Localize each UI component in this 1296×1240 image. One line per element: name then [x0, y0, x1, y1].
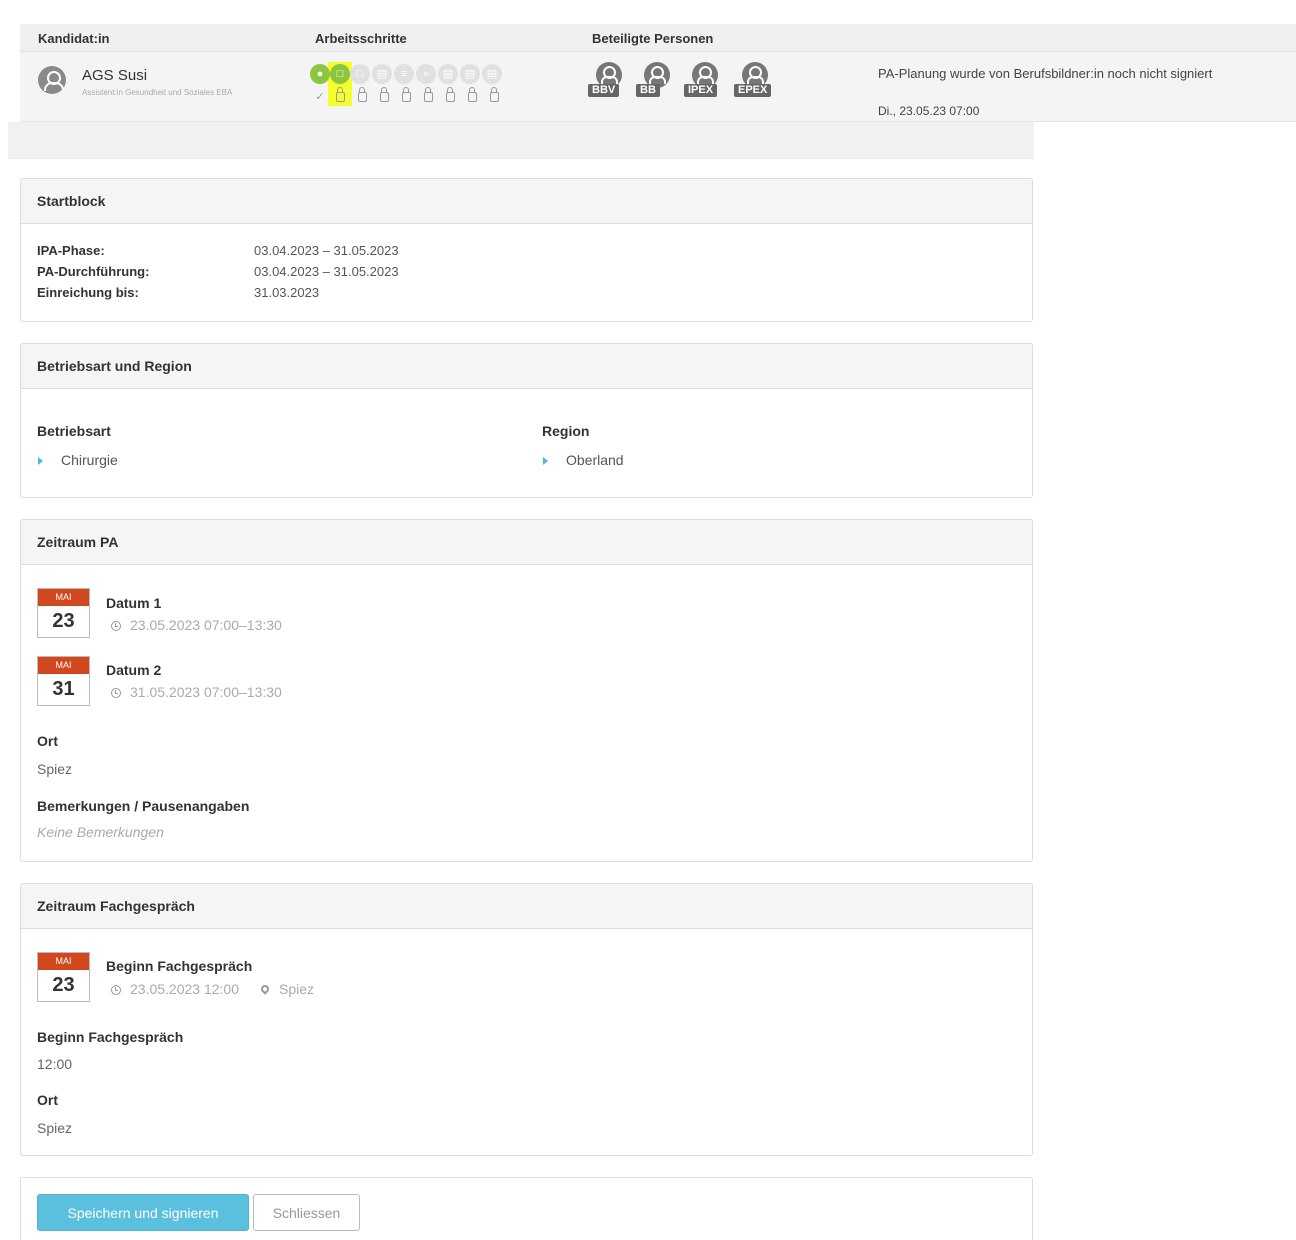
step-calendar-icon[interactable]: □: [327, 61, 353, 87]
person-badge: BBV: [588, 84, 620, 97]
beginn-value: 12:00: [37, 1056, 73, 1072]
zeitraum-pa-panel: Zeitraum PA MAI 23 Datum 1 23.05.2023 07…: [20, 519, 1033, 862]
panel-title: Startblock: [21, 179, 1032, 224]
row-label: PA-Durchführung:: [37, 264, 150, 279]
step-report-icon[interactable]: ▤: [482, 64, 502, 84]
betrieb-region-panel: Betriebsart und Region Betriebsart Chiru…: [20, 343, 1033, 498]
status-date: Di., 23.05.23 07:00: [878, 104, 980, 118]
ort-label: Ort: [37, 1092, 58, 1108]
date-title: Datum 2: [106, 662, 162, 678]
region-label: Region: [542, 423, 590, 439]
step-report-icon[interactable]: ▤: [460, 64, 480, 84]
row-value: 03.04.2023 – 31.05.2023: [254, 243, 399, 258]
step-report-icon[interactable]: ▤: [438, 64, 458, 84]
lock-icon: [490, 87, 499, 102]
entry-time-text: 23.05.2023 12:00: [130, 981, 239, 997]
column-header-persons: Beteiligte Personen: [592, 31, 714, 46]
lock-icon: [468, 87, 477, 102]
lock-icon: [380, 87, 389, 102]
date-time: 31.05.2023 07:00–13:30: [111, 684, 282, 700]
row-label: Einreichung bis:: [37, 285, 139, 300]
calendar-icon: MAI 23: [37, 952, 90, 1002]
lock-icon: [424, 87, 433, 102]
betriebsart-label: Betriebsart: [37, 423, 111, 439]
panel-title: Betriebsart und Region: [21, 344, 1032, 389]
person-bb[interactable]: BB: [636, 62, 680, 106]
calendar-day: 31: [52, 678, 75, 700]
date-time-text: 23.05.2023 07:00–13:30: [130, 617, 282, 633]
actions-panel: Speichern und signieren Schliessen: [20, 1177, 1033, 1240]
work-steps: ● □ □ ▤ ≡ » ▤ ▤ ▤ ✓: [310, 61, 560, 114]
beginn-label: Beginn Fachgespräch: [37, 1029, 184, 1045]
bemerkungen-value: Keine Bemerkungen: [37, 824, 164, 840]
row-label: IPA-Phase:: [37, 243, 105, 258]
candidate-name[interactable]: AGS Susi: [82, 67, 147, 84]
person-badge: EPEX: [734, 84, 772, 97]
entry-time: 23.05.2023 12:00 Spiez: [111, 981, 314, 997]
date-time: 23.05.2023 07:00–13:30: [111, 617, 282, 633]
row-value: 03.04.2023 – 31.05.2023: [254, 264, 399, 279]
calendar-month: MAI: [38, 953, 89, 970]
calendar-icon: MAI 31: [37, 656, 90, 706]
calendar-month: MAI: [38, 589, 89, 606]
panel-title: Zeitraum PA: [21, 520, 1032, 565]
calendar-month: MAI: [38, 657, 89, 674]
lock-icon: [358, 87, 367, 102]
column-header-steps: Arbeitsschritte: [315, 31, 407, 46]
calendar-day: 23: [52, 974, 75, 996]
candidate-table: Kandidat:in Arbeitsschritte Beteiligte P…: [20, 24, 1296, 122]
clock-icon: [111, 688, 121, 698]
person-ipex[interactable]: IPEX: [684, 62, 728, 106]
lock-icon: [446, 87, 455, 102]
region-value: Oberland: [543, 452, 624, 468]
table-row[interactable]: AGS Susi Assistent:in Gesundheit und Soz…: [20, 52, 1296, 122]
check-icon: ✓: [315, 91, 325, 103]
startblock-panel: Startblock IPA-Phase: 03.04.2023 – 31.05…: [20, 178, 1033, 322]
close-button[interactable]: Schliessen: [253, 1194, 360, 1231]
row-value: 31.03.2023: [254, 285, 320, 300]
person-bbv[interactable]: BBV: [588, 62, 632, 106]
step-group-icon[interactable]: ●: [310, 64, 330, 84]
table-header: Kandidat:in Arbeitsschritte Beteiligte P…: [20, 24, 1296, 52]
step-document-icon[interactable]: □: [350, 64, 370, 84]
clock-icon: [111, 621, 121, 631]
step-file-icon[interactable]: ▤: [372, 64, 392, 84]
step-forward-icon[interactable]: »: [416, 64, 436, 84]
bemerkungen-label: Bemerkungen / Pausenangaben: [37, 798, 250, 814]
date-title: Datum 1: [106, 595, 162, 611]
lock-icon: [402, 87, 411, 102]
ort-label: Ort: [37, 733, 58, 749]
betriebsart-value: Chirurgie: [38, 452, 118, 468]
step-list-icon[interactable]: ≡: [394, 64, 414, 84]
save-and-sign-button[interactable]: Speichern und signieren: [37, 1194, 249, 1231]
entry-title: Beginn Fachgespräch: [106, 958, 253, 974]
entry-place: Spiez: [279, 981, 315, 997]
candidate-avatar-icon: [38, 66, 66, 94]
date-time-text: 31.05.2023 07:00–13:30: [130, 684, 282, 700]
calendar-day: 23: [52, 610, 75, 632]
ort-value: Spiez: [37, 1120, 73, 1136]
ort-value: Spiez: [37, 761, 73, 777]
zeitraum-fachgespraech-panel: Zeitraum Fachgespräch MAI 23 Beginn Fach…: [20, 883, 1033, 1156]
map-marker-icon: [259, 983, 271, 995]
divider-band: [8, 122, 1034, 159]
panel-title: Zeitraum Fachgespräch: [21, 884, 1032, 929]
clock-icon: [111, 985, 121, 995]
column-header-candidate: Kandidat:in: [38, 31, 110, 46]
candidate-role: Assistent:in Gesundheit und Soziales EBA: [82, 88, 233, 97]
person-badge: IPEX: [684, 84, 718, 97]
person-badge: BB: [636, 84, 660, 97]
signature-status: PA-Planung wurde von Berufsbildner:in no…: [878, 66, 1213, 81]
person-epex[interactable]: EPEX: [734, 62, 778, 106]
calendar-icon: MAI 23: [37, 588, 90, 638]
participants: BBV BB IPEX EPEX: [588, 62, 788, 114]
unlock-icon: [336, 87, 345, 102]
